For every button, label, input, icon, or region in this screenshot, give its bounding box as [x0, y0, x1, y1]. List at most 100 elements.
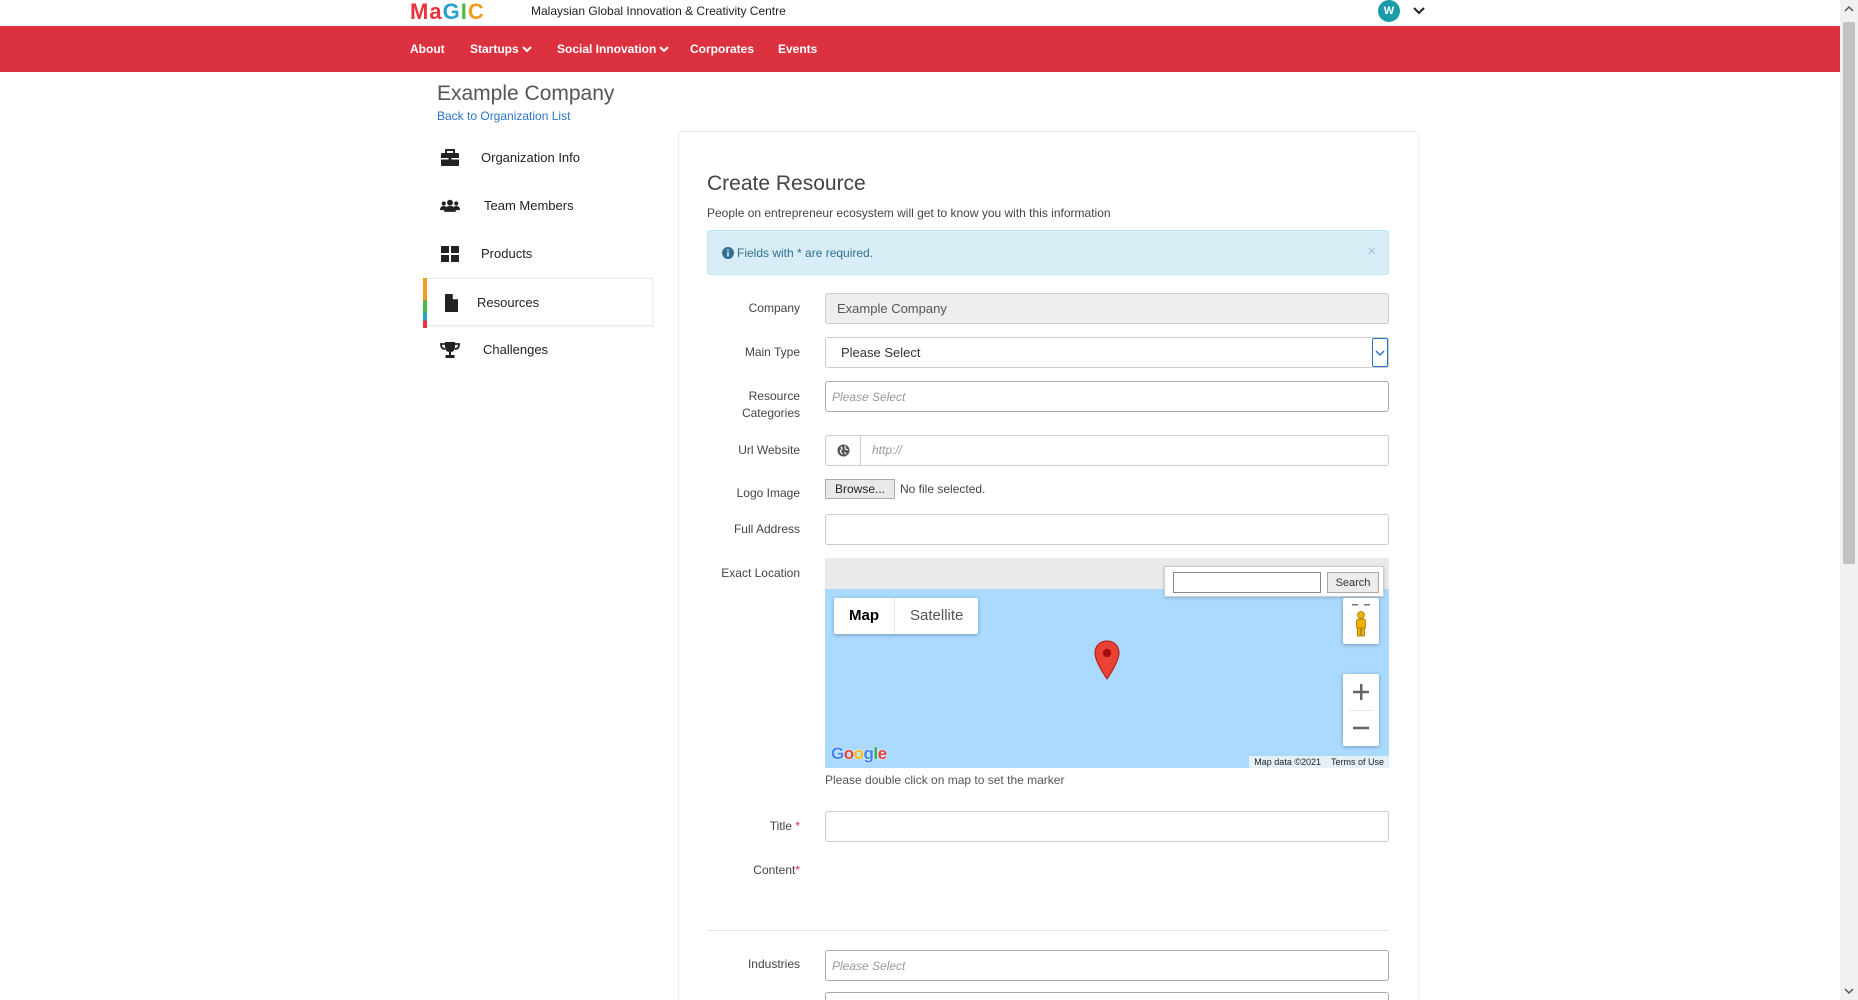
label-text: Title [769, 819, 792, 833]
scroll-thumb[interactable] [1843, 22, 1855, 564]
label-line: Resource [748, 389, 800, 403]
location-map[interactable]: Search Map Satellite Google Map data ©20… [825, 558, 1389, 768]
file-status: No file selected. [900, 482, 986, 496]
form-subtitle: People on entrepreneur ecosystem will ge… [707, 206, 1111, 220]
pegman-icon [1352, 604, 1370, 637]
zoom-out-button[interactable] [1343, 710, 1379, 746]
nav-about[interactable]: About [410, 26, 445, 72]
sidebar-item-label: Organization Info [481, 150, 581, 165]
alert-text: Fields with * are required. [737, 246, 874, 260]
required-marker: * [795, 863, 800, 877]
content-label: Content* [670, 862, 800, 879]
back-to-list-link[interactable]: Back to Organization List [437, 109, 570, 123]
scroll-down-icon[interactable] [1844, 986, 1854, 996]
url-website-label: Url Website [738, 443, 800, 457]
app-root: Ma G I C Malaysian Global Innovation & Crea… [0, 0, 1858, 1000]
nav-label: Events [778, 42, 818, 56]
sidebar-item-label: Team Members [484, 198, 574, 213]
label-text: Content [753, 863, 796, 877]
title-input[interactable] [825, 811, 1389, 842]
logo-part: I [460, 0, 468, 24]
nav-corporates[interactable]: Corporates [690, 26, 754, 72]
map-type-control: Map Satellite [834, 598, 979, 634]
map-type-map[interactable]: Map [834, 598, 894, 634]
brand-name: Malaysian Global Innovation & Creativity… [531, 4, 786, 18]
users-icon [440, 199, 460, 212]
url-website-field[interactable]: http:// [825, 435, 1389, 466]
sidebar-item-label: Resources [477, 295, 540, 310]
google-letter: e [877, 744, 887, 763]
zoom-in-button[interactable] [1343, 674, 1379, 710]
user-avatar[interactable]: W [1378, 0, 1400, 22]
map-search-box: Search [1164, 566, 1384, 597]
map-search-button[interactable]: Search [1327, 572, 1379, 593]
resource-categories-label: Resource Categories [670, 388, 800, 422]
company-field: Example Company [825, 293, 1389, 324]
select-dropdown-button[interactable] [1372, 338, 1388, 367]
trophy-icon [440, 342, 460, 358]
top-bar: Ma G I C Malaysian Global Innovation & Crea… [0, 0, 1838, 26]
main-type-label: Main Type [744, 345, 800, 359]
google-letter: o [843, 744, 854, 763]
map-search-input[interactable] [1173, 572, 1321, 593]
logo-part: Ma [410, 0, 443, 24]
required-fields-alert: Fields with * are required. × [707, 230, 1389, 275]
terms-of-use-link[interactable]: Terms of Use [1326, 756, 1389, 768]
nav-social-innovation[interactable]: Social Innovation [557, 26, 670, 72]
zoom-control [1343, 674, 1379, 746]
sidebar-item-challenges[interactable]: Challenges [423, 326, 653, 374]
nav-label: Startups [470, 42, 519, 56]
industries-input[interactable]: Please Select [825, 950, 1389, 981]
sidebar-item-label: Products [481, 246, 533, 261]
file-icon [445, 294, 458, 312]
google-logo[interactable]: Google [831, 744, 887, 764]
magic-logo[interactable]: Ma G I C [410, 0, 485, 24]
street-view-control[interactable] [1343, 598, 1379, 644]
title-label: Title * [670, 818, 800, 835]
logo-part: G [442, 0, 461, 24]
form-title: Create Resource [707, 172, 866, 195]
sidebar-item-organization-info[interactable]: Organization Info [423, 134, 653, 182]
nav-events[interactable]: Events [778, 26, 817, 72]
label-line: Categories [741, 406, 800, 420]
company-label: Company [748, 301, 800, 315]
chevron-down-icon [1375, 349, 1385, 356]
browse-button[interactable]: Browse... [825, 479, 895, 499]
nav-label: About [410, 42, 445, 56]
logo-image-label: Logo Image [736, 486, 800, 500]
minus-icon [1353, 726, 1369, 730]
industries-label: Industries [747, 957, 800, 971]
chevron-down-icon [659, 46, 670, 53]
map-data-credit: Map data ©2021 [1254, 757, 1321, 767]
next-field-input[interactable] [825, 992, 1389, 1000]
page-scrollbar[interactable] [1840, 0, 1858, 1000]
sidebar-item-products[interactable]: Products [423, 230, 653, 278]
map-type-satellite[interactable]: Satellite [894, 598, 978, 634]
google-letter: G [831, 744, 844, 763]
scroll-up-icon[interactable] [1844, 4, 1854, 14]
nav-startups[interactable]: Startups [470, 26, 532, 72]
sidebar-item-resources[interactable]: Resources [423, 278, 653, 328]
sidebar: Organization Info Team Members Products … [423, 134, 653, 374]
chevron-down-icon [521, 46, 532, 53]
logo-part: C [467, 0, 485, 24]
url-placeholder: http:// [872, 443, 903, 457]
close-icon[interactable]: × [1367, 243, 1376, 260]
sidebar-item-team-members[interactable]: Team Members [423, 182, 653, 230]
full-address-input[interactable] [825, 514, 1389, 545]
main-nav: About Startups Social Innovation Corpora… [0, 26, 1840, 72]
resource-categories-input[interactable]: Please Select [825, 381, 1389, 412]
briefcase-icon [441, 149, 459, 166]
nav-label: Social Innovation [557, 42, 657, 56]
grid-icon [441, 246, 459, 262]
page-title: Example Company [437, 82, 615, 105]
map-marker-icon[interactable] [1094, 640, 1120, 680]
plus-icon [1353, 684, 1369, 700]
exact-location-label: Exact Location [721, 566, 800, 580]
globe-icon [836, 444, 850, 457]
google-letter: g [863, 744, 874, 763]
chevron-down-icon[interactable] [1410, 2, 1428, 20]
active-indicator [423, 278, 427, 328]
main-type-select[interactable]: Please Select [825, 337, 1389, 368]
google-letter: o [853, 744, 864, 763]
